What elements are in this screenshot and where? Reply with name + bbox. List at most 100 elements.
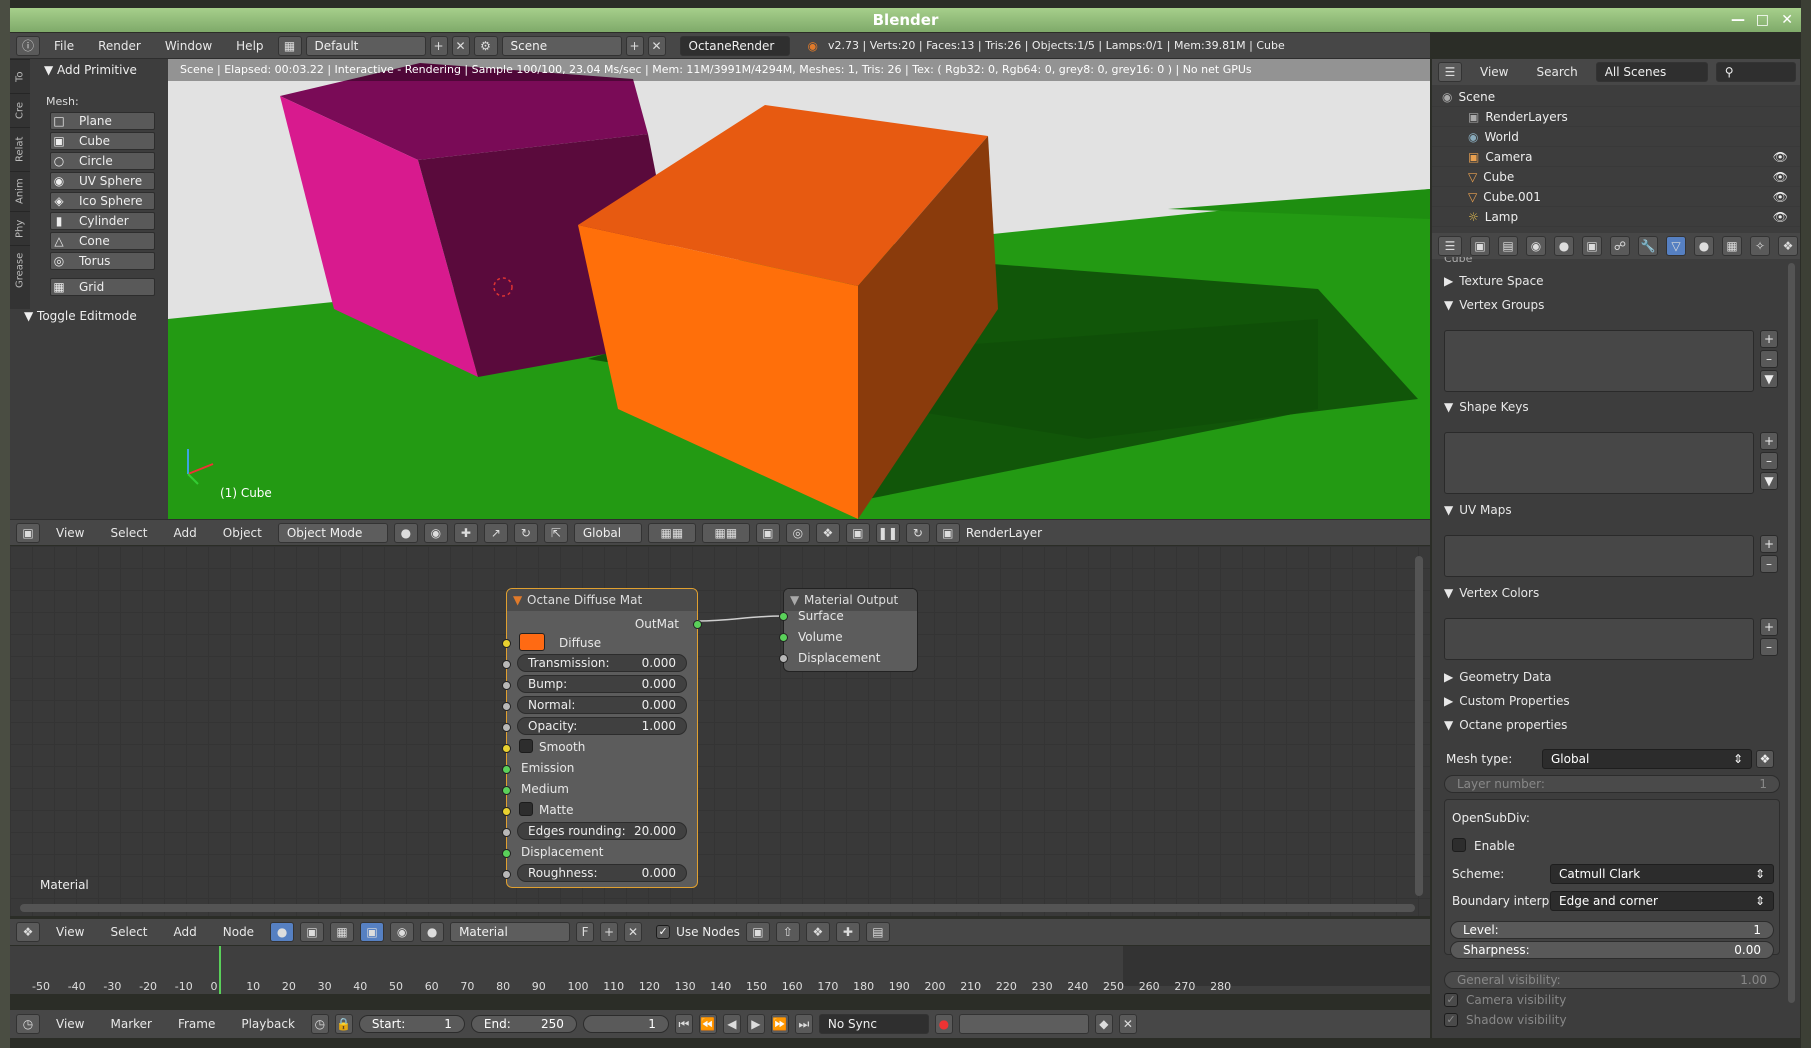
emission-socket[interactable] (502, 765, 511, 774)
lamp-visibility-icon[interactable]: 👁 (1773, 210, 1788, 224)
add-plane-button[interactable]: □ Plane (50, 112, 155, 130)
remove-shape-key-button[interactable]: – (1760, 452, 1778, 470)
outliner-row-world[interactable]: ◉ World (1432, 127, 1800, 147)
diffuse-color-swatch[interactable] (519, 633, 545, 651)
constraints-tab-icon[interactable]: ☍ (1610, 236, 1630, 256)
jump-keyframe-back-icon[interactable]: ⏪ (698, 1014, 717, 1034)
transmission-field[interactable]: Transmission: 0.000 (517, 654, 687, 672)
outliner-search-input[interactable]: ⚲ (1715, 62, 1796, 82)
texture-space-panel[interactable]: ▶ Texture Space (1432, 270, 1787, 292)
add-cube-button[interactable]: ▣ Cube (50, 132, 155, 150)
add-layout-icon[interactable]: + (429, 35, 448, 56)
material-name-field[interactable]: Material (450, 922, 571, 942)
menu-render[interactable]: Render (88, 39, 151, 53)
surface-socket[interactable] (779, 612, 788, 621)
current-frame-cursor[interactable] (218, 946, 221, 994)
pivot-icon[interactable]: ◉ (423, 522, 448, 543)
opacity-socket[interactable] (502, 723, 511, 732)
menu-file[interactable]: File (44, 39, 84, 53)
add-uv-map-button[interactable]: + (1760, 535, 1778, 553)
diffuse-node-header[interactable]: ▼ Octane Diffuse Mat (507, 589, 697, 611)
cube-visibility-icon[interactable]: 👁 (1773, 170, 1788, 184)
roughness-field[interactable]: Roughness: 0.000 (517, 864, 687, 882)
3d-viewport[interactable]: (1) Cube (168, 59, 1430, 519)
outliner-row-camera[interactable]: ▣ Camera 👁 (1432, 147, 1800, 167)
add-scene-icon[interactable]: + (625, 35, 644, 56)
lock-range-icon[interactable]: 🔒 (334, 1014, 353, 1034)
material-tab-icon[interactable]: ● (1694, 236, 1714, 256)
layer-lock-icon[interactable]: ▣ (755, 522, 780, 543)
camera-visibility-icon[interactable]: 👁 (1773, 150, 1788, 164)
parent-node-icon[interactable]: ⇧ (775, 922, 800, 942)
add-grid-button[interactable]: ▦ Grid (50, 278, 155, 296)
rotate-icon[interactable]: ↻ (513, 522, 538, 543)
physics-tab-icon[interactable]: ❖ (1778, 236, 1798, 256)
cube-001-visibility-icon[interactable]: 👁 (1773, 190, 1788, 204)
use-nodes-checkbox[interactable]: ✓ (656, 925, 671, 939)
scene-selector-icon[interactable]: ⚙ (473, 35, 498, 56)
menu-view-node[interactable]: View (46, 925, 94, 939)
keying-set-field[interactable] (958, 1014, 1089, 1034)
menu-add-node[interactable]: Add (164, 925, 207, 939)
bump-field[interactable]: Bump: 0.000 (517, 675, 687, 693)
add-shape-key-button[interactable]: + (1760, 432, 1778, 450)
node-editor-canvas[interactable]: ▼ Octane Diffuse Mat OutMat Diffuse Tran… (10, 546, 1430, 916)
outliner-row-scene[interactable]: ◉ Scene (1432, 87, 1800, 107)
roughness-socket[interactable] (502, 870, 511, 879)
proportional-edit-icon[interactable]: ◎ (785, 522, 810, 543)
add-primitive-panel-header[interactable]: ▼ Add Primitive (44, 63, 137, 77)
add-torus-button[interactable]: ◎ Torus (50, 252, 155, 270)
add-cone-button[interactable]: △ Cone (50, 232, 155, 250)
shader-nodes-icon[interactable]: ● (270, 922, 295, 942)
smooth-checkbox[interactable] (519, 739, 533, 753)
mesh-type-eyedropper-icon[interactable]: ❖ (1756, 750, 1774, 768)
start-frame-field[interactable]: Start: 1 (358, 1015, 465, 1033)
shape-keys-panel[interactable]: ▼ Shape Keys (1432, 396, 1787, 418)
preview-range-icon[interactable]: ◷ (310, 1014, 329, 1034)
outmat-socket[interactable] (693, 620, 702, 629)
remove-layout-icon[interactable]: ✕ (451, 35, 470, 56)
orientation-dropdown[interactable]: Global (573, 522, 642, 543)
add-vertex-color-button[interactable]: + (1760, 618, 1778, 636)
tab-grease-pencil[interactable]: Grease (10, 245, 30, 295)
menu-marker[interactable]: Marker (100, 1017, 161, 1031)
editor-type-timeline-icon[interactable]: ◷ (16, 1014, 40, 1034)
diffuse-socket[interactable] (502, 639, 511, 648)
mode-dropdown[interactable]: Object Mode (277, 522, 388, 543)
material-output-node[interactable]: ▼ Material Output Surface Volume Displac… (779, 588, 918, 672)
editor-type-outliner-icon[interactable]: ☰ (1438, 62, 1462, 82)
edges-rounding-socket[interactable] (502, 828, 511, 837)
maximize-icon[interactable]: □ (1756, 8, 1769, 32)
vertex-colors-panel[interactable]: ▼ Vertex Colors (1432, 582, 1787, 604)
layout-field[interactable]: Default (305, 35, 426, 56)
pause-icon[interactable]: ❚❚ (875, 522, 900, 543)
menu-window[interactable]: Window (155, 39, 222, 53)
data-tab-icon[interactable]: ▽ (1666, 236, 1686, 256)
translate-icon[interactable]: ↗ (483, 522, 508, 543)
scene-field[interactable]: Scene (501, 35, 622, 56)
geometry-data-panel[interactable]: ▶ Geometry Data (1432, 666, 1787, 688)
shading-icon[interactable]: ● (393, 522, 418, 543)
octane-diffuse-node[interactable]: ▼ Octane Diffuse Mat OutMat Diffuse Tran… (502, 588, 702, 888)
outliner-row-cube[interactable]: ▽ Cube 👁 (1432, 167, 1800, 187)
vertex-group-specials-button[interactable]: ▼ (1760, 370, 1778, 388)
current-frame-field[interactable]: 1 (582, 1015, 669, 1033)
texture-nodes-icon[interactable]: ▦ (330, 922, 355, 942)
menu-view-timeline[interactable]: View (46, 1017, 94, 1031)
menu-select-node[interactable]: Select (100, 925, 157, 939)
boundary-interp-dropdown[interactable]: Edge and corner ⇕ (1550, 891, 1774, 911)
new-material-icon[interactable]: + (600, 922, 619, 942)
toggle-editmode-panel[interactable]: ▼ Toggle Editmode (24, 309, 137, 323)
timeline[interactable]: -50 -40 -30 -20 -10 0 10 20 30 40 50 60 70 80 90 100 110… (10, 946, 1430, 994)
copy-paste-node-icon[interactable]: ▤ (865, 922, 890, 942)
snap-icon[interactable]: ❖ (815, 522, 840, 543)
render-engine-dropdown[interactable]: OctaneRender (679, 35, 790, 56)
opensubdiv-enable-checkbox[interactable] (1452, 838, 1466, 852)
custom-properties-panel[interactable]: ▶ Custom Properties (1432, 690, 1787, 712)
manipulator-icon[interactable]: ✚ (453, 522, 478, 543)
world-tab-icon[interactable]: ● (1554, 236, 1574, 256)
collapse-node-icon[interactable]: ▼ (513, 589, 522, 611)
layer-number-field[interactable]: Layer number: 1 (1444, 775, 1780, 793)
outliner-row-lamp[interactable]: ☼ Lamp 👁 (1432, 207, 1800, 227)
tab-relations[interactable]: Relat (10, 127, 30, 171)
